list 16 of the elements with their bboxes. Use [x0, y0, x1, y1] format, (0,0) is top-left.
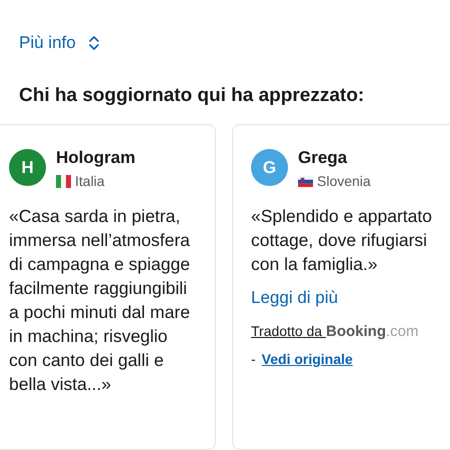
- review-quote: «Casa sarda in pietra, immersa nell’atmosfera di campagna e spiagge facilmente raggiungibili a pochi minuti dal mare in machina; risveglio con canto dei galli e bella vista...»: [9, 205, 191, 396]
- more-info-link[interactable]: Più info: [19, 30, 76, 56]
- dash-text: -: [251, 350, 256, 369]
- avatar: G: [251, 149, 288, 186]
- review-quote: «Splendido e appartato cottage, dove rifugiarsi con la famiglia.»: [251, 205, 433, 276]
- reviewer-name: Hologram: [56, 147, 136, 169]
- reviewer-name: Grega: [298, 147, 348, 169]
- reviewer-country: Italia: [75, 172, 105, 191]
- chevron-up-down-icon: [88, 35, 100, 51]
- booking-logo: Booking.com: [326, 322, 418, 342]
- translated-by-label: Tradotto da: [251, 322, 324, 340]
- reviewer-country: Slovenia: [317, 172, 371, 191]
- see-original-link[interactable]: Vedi originale: [262, 349, 353, 370]
- read-more-link[interactable]: Leggi di più: [251, 285, 439, 310]
- avatar: H: [9, 149, 46, 186]
- section-heading: Chi ha soggiornato qui ha apprezzato:: [18, 84, 366, 108]
